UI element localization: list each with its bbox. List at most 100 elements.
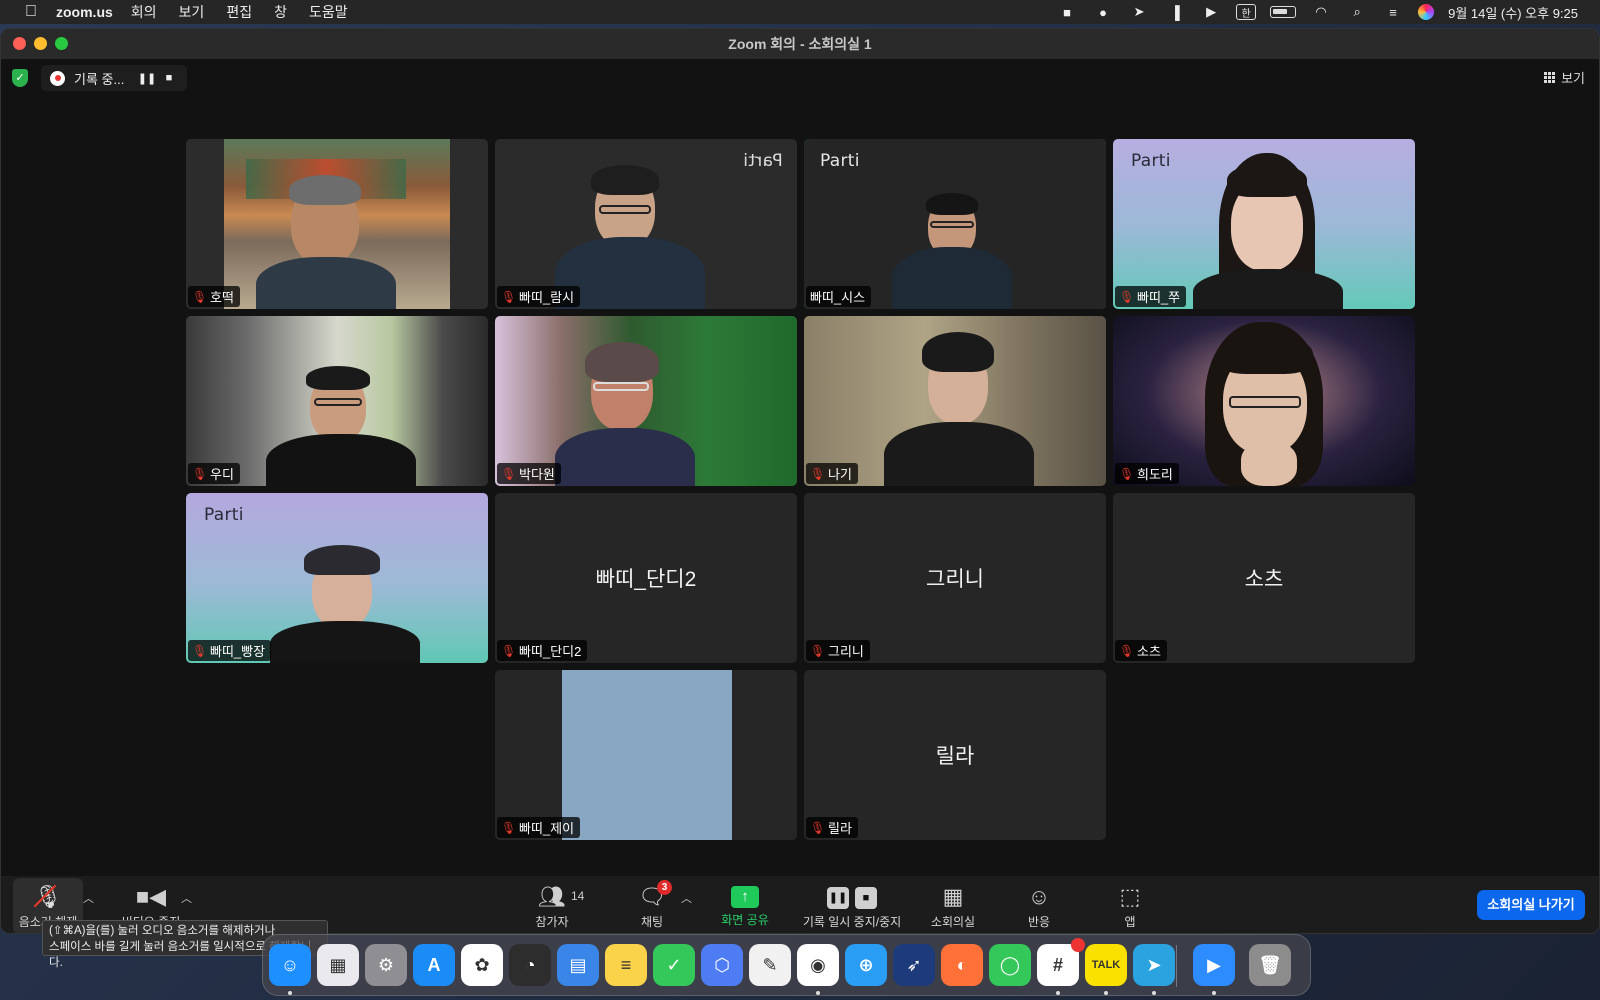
close-window-button[interactable] xyxy=(13,37,26,50)
dock-system-settings-icon[interactable]: ⚙ xyxy=(365,944,407,986)
view-button[interactable]: 보기 xyxy=(1544,68,1585,87)
dock-files-icon[interactable]: ▤ xyxy=(557,944,599,986)
muted-mic-icon: 🎙︎ xyxy=(192,643,208,658)
leave-breakout-room-button[interactable]: 소회의실 나가기 xyxy=(1477,890,1585,920)
dock-running-indicator xyxy=(1212,991,1216,995)
dock-finder-icon[interactable]: ☺ xyxy=(269,944,311,986)
muted-mic-icon: 🎙︎ xyxy=(501,466,517,481)
play-icon[interactable]: ▶ xyxy=(1200,3,1222,21)
dock-safari-icon[interactable]: ⊕ xyxy=(845,944,887,986)
muted-mic-icon: 🎙︎ xyxy=(501,643,517,658)
participant-tile-sochu[interactable]: 소츠 🎙︎ 소츠 xyxy=(1113,493,1415,663)
minimize-window-button[interactable] xyxy=(34,37,47,50)
window-title: Zoom 회의 - 소회의실 1 xyxy=(728,36,872,52)
search-icon[interactable]: ⌕ xyxy=(1346,3,1368,21)
meeting-status-row: ✓ 기록 중... ❚❚ ■ 보기 xyxy=(1,65,1599,91)
menu-window[interactable]: 창 xyxy=(274,2,287,22)
participant-center-name: 그리니 xyxy=(926,568,984,591)
menu-edit[interactable]: 편집 xyxy=(226,2,252,22)
wifi-icon[interactable]: ◠ xyxy=(1310,3,1332,21)
menu-bar:  zoom.us 회의 보기 편집 창 도움말 ■ ● ➤ ▐ ▶ 한 ◠ ⌕… xyxy=(0,0,1600,24)
participant-nametag: 🎙︎ 릴라 xyxy=(806,817,858,838)
participant-nametag: 🎙︎ 빠띠_단디2 xyxy=(497,640,588,661)
input-method-icon[interactable]: 한 xyxy=(1236,4,1257,20)
siri-icon[interactable] xyxy=(1418,4,1435,20)
layout-icon[interactable]: ▐ xyxy=(1164,3,1186,21)
dock-cube-icon[interactable]: ⬡ xyxy=(701,944,743,986)
participant-video: Parti xyxy=(1113,139,1415,309)
apple-menu-icon[interactable]:  xyxy=(20,3,42,21)
battery-icon[interactable] xyxy=(1270,6,1297,18)
dock-check-icon[interactable]: ✓ xyxy=(653,944,695,986)
participant-nametag: 빠띠_시스 xyxy=(806,286,872,307)
stop-icon: ■ xyxy=(855,887,877,909)
pause-recording-icon[interactable]: ❚❚ xyxy=(136,72,158,85)
dock-firefox-icon[interactable]: ◐ xyxy=(941,944,983,986)
parti-watermark: Parti xyxy=(743,151,783,171)
send-icon[interactable]: ➤ xyxy=(1128,3,1150,21)
parti-watermark: Parti xyxy=(820,151,860,171)
dock-textedit-icon[interactable]: ✎ xyxy=(749,944,791,986)
participant-tile-woody[interactable]: 🎙︎ 우디 xyxy=(186,316,488,486)
apps-button[interactable]: ⬚ 앱 xyxy=(1111,884,1149,933)
participant-tile-sis-active-speaker[interactable]: Parti 빠띠_시스 xyxy=(804,139,1106,309)
window-controls xyxy=(13,37,68,50)
dock-notes-icon[interactable]: ≡ xyxy=(605,944,647,986)
maximize-window-button[interactable] xyxy=(55,37,68,50)
participant-nametag: 🎙︎ 호떡 xyxy=(188,286,240,307)
participant-tile-parkdawon[interactable]: 🎙︎ 박다원 xyxy=(495,316,797,486)
participant-tile-heedori[interactable]: 🎙︎ 희도리 xyxy=(1113,316,1415,486)
stop-recording-icon[interactable]: ■ xyxy=(158,72,180,84)
participant-name: 박다원 xyxy=(519,467,555,482)
menu-view[interactable]: 보기 xyxy=(179,2,205,22)
dock-telegram-icon[interactable]: ➤ xyxy=(1133,944,1175,986)
participant-tile-jju[interactable]: Parti 🎙︎ 빠띠_쭈 xyxy=(1113,139,1415,309)
participant-tile-ramsi[interactable]: Parti 🎙︎ 빠띠_람시 xyxy=(495,139,797,309)
dock-chrome-icon[interactable]: ◉ xyxy=(797,944,839,986)
menu-meeting[interactable]: 회의 xyxy=(131,2,157,22)
participant-tile-hotteok[interactable]: 🎙︎ 호떡 xyxy=(186,139,488,309)
chat-bubble-icon[interactable]: ● xyxy=(1092,3,1114,21)
dock-photos-icon[interactable]: ✿ xyxy=(461,944,503,986)
dock-messages-icon[interactable]: ◯ xyxy=(989,944,1031,986)
participant-tile-dandi2[interactable]: 빠띠_단디2 🎙︎ 빠띠_단디2 xyxy=(495,493,797,663)
record-pause-stop-button[interactable]: ❚❚ ■ 기록 일시 중지/중지 xyxy=(797,884,907,933)
dock-trash-icon[interactable]: 🗑 xyxy=(1249,944,1291,986)
participant-tile-jay[interactable]: 🎙︎ 빠띠_제이 xyxy=(495,670,797,840)
reactions-button[interactable]: ☺ 반응 xyxy=(1017,884,1061,933)
dock-bird-icon[interactable]: ➶ xyxy=(893,944,935,986)
dock-activity-icon[interactable]: ◔ xyxy=(509,944,551,986)
participants-button[interactable]: 👥︎ 14 참가자 xyxy=(521,884,584,933)
muted-mic-icon: 🎙︎ xyxy=(810,820,826,835)
participant-video xyxy=(186,139,488,309)
dock-zoom-icon[interactable]: ▶ xyxy=(1193,944,1235,986)
menu-help[interactable]: 도움말 xyxy=(309,2,348,22)
muted-mic-icon: 🎙︎ xyxy=(810,466,826,481)
zoom-camera-icon[interactable]: ■ xyxy=(1056,3,1078,21)
dock-running-indicator xyxy=(1152,991,1156,995)
share-screen-button[interactable]: ↑ 화면 공유 xyxy=(713,884,777,933)
participant-tile-bbangjang[interactable]: Parti 🎙︎ 빠띠_빵장 xyxy=(186,493,488,663)
participant-nametag: 🎙︎ 희도리 xyxy=(1115,463,1179,484)
control-center-icon[interactable]: ≡ xyxy=(1382,3,1404,21)
video-options-chevron-icon[interactable]: ︿ xyxy=(181,890,192,906)
participant-tile-nagi[interactable]: 🎙︎ 나기 xyxy=(804,316,1106,486)
participant-nametag: 🎙︎ 소츠 xyxy=(1115,640,1167,661)
dock-running-indicator xyxy=(1104,991,1108,995)
audio-options-chevron-icon[interactable]: ︿ xyxy=(83,890,94,906)
participant-name: 빠띠_제이 xyxy=(519,821,575,836)
chat-options-chevron-icon[interactable]: ︿ xyxy=(681,890,692,906)
muted-mic-icon: 🎙︎ xyxy=(1119,643,1135,658)
chat-button[interactable]: 🗨︎ 3 채팅 xyxy=(627,880,677,933)
participant-tile-greeny[interactable]: 그리니 🎙︎ 그리니 xyxy=(804,493,1106,663)
breakout-rooms-button[interactable]: ▦ 소회의실 xyxy=(923,884,983,933)
dock-app-store-icon[interactable]: A xyxy=(413,944,455,986)
encryption-shield-icon[interactable]: ✓ xyxy=(12,69,28,87)
dock-launchpad-icon[interactable]: ▦ xyxy=(317,944,359,986)
view-label: 보기 xyxy=(1561,71,1585,86)
participant-tile-lila[interactable]: 릴라 🎙︎ 릴라 xyxy=(804,670,1106,840)
menu-clock[interactable]: 9월 14일 (수) 오후 9:25 xyxy=(1448,3,1578,22)
zoom-window: Zoom 회의 - 소회의실 1 ✓ 기록 중... ❚❚ ■ 보기 🎙︎ 호떡… xyxy=(0,28,1600,934)
app-menu[interactable]: zoom.us xyxy=(56,4,113,20)
dock-kakaotalk-icon[interactable]: TALK xyxy=(1085,944,1127,986)
